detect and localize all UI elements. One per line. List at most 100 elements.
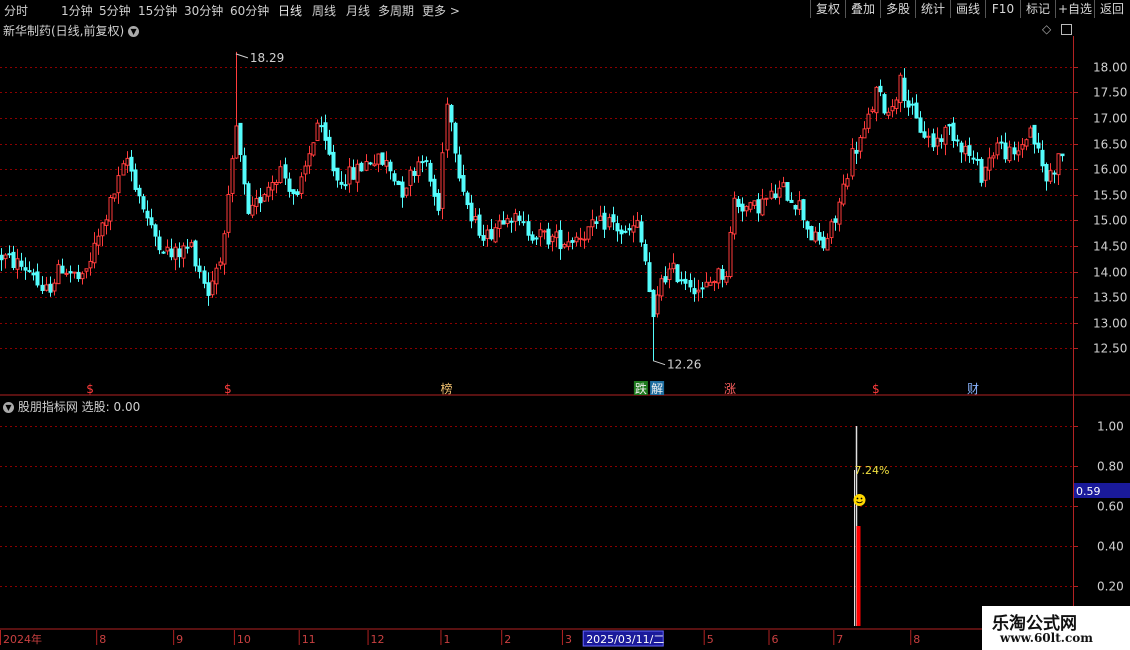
candle-body: [675, 264, 680, 283]
x-tick-label: 2024年: [3, 632, 42, 646]
candle-body: [133, 169, 138, 190]
x-tick-label: 10: [237, 633, 251, 646]
tab-5min[interactable]: 5分钟: [99, 2, 131, 19]
back-button[interactable]: 返回: [1094, 0, 1129, 18]
tab-multi-period[interactable]: 多周期: [378, 2, 414, 19]
y-tick-label: 13.50: [1093, 291, 1127, 305]
candle-body: [481, 235, 486, 241]
candle-body: [748, 202, 753, 210]
candle-body: [959, 142, 964, 153]
candle-body: [858, 137, 863, 152]
mark-button[interactable]: 标记: [1020, 0, 1055, 18]
candle-body: [809, 225, 814, 241]
event-marker: 财: [967, 382, 979, 396]
candle-body: [497, 220, 502, 229]
candle-body: [651, 289, 656, 318]
candle-body: [173, 246, 178, 260]
candle-body: [226, 193, 231, 233]
candle-body: [704, 281, 709, 288]
tab-monthly[interactable]: 月线: [346, 2, 370, 19]
tab-weekly[interactable]: 周线: [312, 2, 336, 19]
overlay-button[interactable]: 叠加: [845, 0, 880, 18]
candle-body: [364, 161, 369, 171]
candle-body: [15, 258, 20, 270]
candle-body: [315, 122, 320, 142]
candle-body: [769, 190, 774, 199]
candle-body: [96, 235, 101, 246]
tab-daily[interactable]: 日线: [278, 2, 302, 19]
candle-body: [76, 271, 81, 280]
candle-body: [1012, 147, 1017, 155]
candle-body: [611, 214, 616, 223]
price-annotation: 18.29: [250, 51, 284, 65]
candle-body: [149, 217, 154, 226]
candle-body: [165, 246, 170, 252]
candle-body: [295, 191, 300, 196]
candle-body: [566, 241, 571, 247]
candle-body: [266, 186, 271, 197]
price-annotation: 12.26: [667, 358, 701, 372]
candle-body: [368, 162, 373, 165]
tab-1min[interactable]: 1分钟: [61, 2, 93, 19]
candle-body: [359, 162, 364, 172]
candle-body: [874, 86, 879, 114]
candle-body: [833, 218, 838, 223]
chevron-down-icon[interactable]: ▼: [3, 402, 14, 413]
candle-body: [590, 219, 595, 228]
candle-body: [574, 236, 579, 243]
candle-body: [19, 260, 24, 267]
candle-body: [465, 192, 470, 206]
candle-body: [635, 219, 640, 228]
candle-body: [598, 215, 603, 221]
smiley-icon-eye: [856, 497, 859, 500]
candle-body: [347, 166, 352, 185]
tab-15min[interactable]: 15分钟: [138, 2, 177, 19]
multi-stock-button[interactable]: 多股: [880, 0, 915, 18]
chevron-down-icon[interactable]: ▼: [128, 26, 140, 37]
x-date-cursor-label: 2025/03/11/二: [586, 633, 664, 646]
candle-body: [84, 268, 89, 272]
candle-body: [983, 166, 988, 181]
candle-body: [461, 175, 466, 192]
f10-button[interactable]: F10: [985, 0, 1020, 18]
tab-30min[interactable]: 30分钟: [184, 2, 223, 19]
candle-body: [975, 158, 980, 161]
candle-body: [1003, 142, 1008, 160]
candle-body: [906, 100, 911, 108]
candle-body: [141, 196, 146, 210]
candle-body: [631, 225, 636, 233]
draw-line-button[interactable]: 画线: [950, 0, 985, 18]
x-tick-label: 12: [371, 633, 385, 646]
candle-body: [1048, 170, 1053, 182]
tab-more[interactable]: 更多 >: [422, 2, 460, 19]
tab-60min[interactable]: 60分钟: [230, 2, 269, 19]
candle-body: [242, 155, 247, 185]
candle-body: [991, 155, 996, 159]
candle-body: [841, 183, 846, 205]
candle-body: [817, 232, 822, 241]
event-marker: $: [224, 382, 232, 396]
statistics-button[interactable]: 统计: [915, 0, 950, 18]
candle-body: [1032, 124, 1037, 145]
restore-rights-button[interactable]: 复权: [810, 0, 845, 18]
candle-body: [623, 230, 628, 233]
candle-body: [558, 229, 563, 250]
candle-body: [428, 162, 433, 182]
candle-body: [258, 196, 263, 204]
candle-body: [947, 124, 952, 127]
window-toggle-icon[interactable]: [1061, 24, 1073, 35]
candle-body: [999, 141, 1004, 144]
candle-body: [825, 238, 830, 251]
add-favorite-button[interactable]: +自选: [1055, 0, 1094, 18]
candle-body: [7, 253, 12, 256]
price-pointer-line: [652, 360, 666, 366]
candle-body: [112, 193, 117, 199]
candle-body: [157, 236, 162, 251]
y-tick-label: 0.40: [1097, 540, 1124, 554]
tab-fenshi[interactable]: 分时: [4, 2, 28, 19]
diamond-icon[interactable]: ◇: [1042, 22, 1051, 36]
candle-body: [372, 163, 377, 167]
candle-body: [104, 219, 109, 226]
candle-body: [505, 218, 510, 225]
candle-body: [918, 117, 923, 133]
